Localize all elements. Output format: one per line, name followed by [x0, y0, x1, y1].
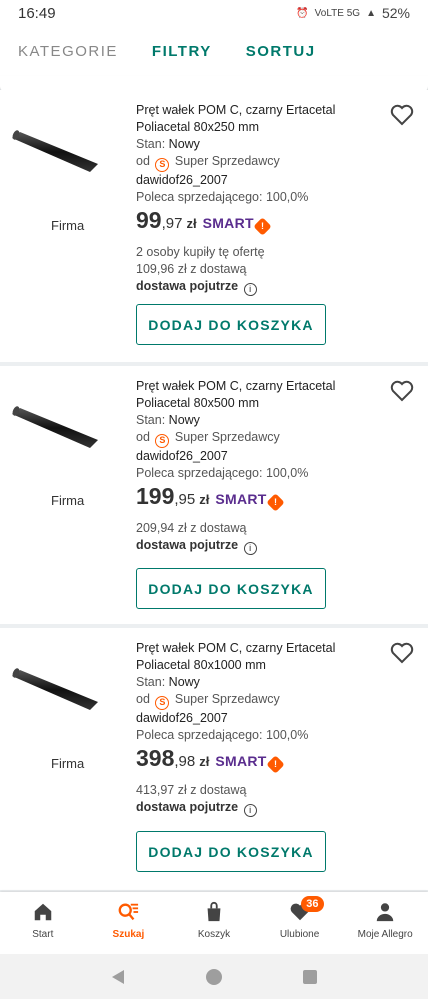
delivery-time: dostawa pojutrze [136, 279, 239, 293]
seller-name[interactable]: dawidof26_2007 [136, 448, 386, 465]
seller-type: Super Sprzedawcy [174, 692, 280, 706]
alarm-icon: ⏰ [296, 7, 309, 19]
listing-title[interactable]: Pręt wałek POM C, czarny Ertacetal Polia… [136, 378, 386, 412]
tab-categories[interactable]: KATEGORIE [18, 43, 118, 60]
price: 99,97 zł SMART! [136, 209, 386, 240]
system-navigation [0, 954, 428, 999]
listing-card[interactable]: Firma Pręt wałek POM C, czarny Ertacetal… [0, 628, 428, 890]
search-list-icon [118, 903, 139, 921]
status-bar: 16:49 ⏰ VoLTE 5G ▲ 52% [0, 0, 428, 26]
add-to-cart-button[interactable]: DODAJ DO KOSZYKA [136, 831, 326, 872]
network-label: VoLTE 5G [314, 7, 361, 19]
favorite-heart-icon[interactable] [390, 380, 414, 402]
price: 199,95 zł SMART! [136, 485, 386, 516]
delivery-price: 209,94 zł z dostawą [136, 521, 247, 535]
tab-sort[interactable]: SORTUJ [246, 43, 316, 60]
buyers-count: 2 osoby kupiły tę ofertę [136, 245, 265, 259]
super-seller-icon: S [155, 696, 170, 710]
product-image [12, 668, 98, 710]
condition: Nowy [168, 137, 200, 151]
product-image [12, 130, 98, 172]
filter-tabs: KATEGORIE FILTRY SORTUJ [0, 26, 428, 76]
smart-badge: SMART [215, 753, 267, 769]
condition: Nowy [168, 413, 200, 427]
nav-search[interactable]: Szukaj [86, 892, 172, 954]
battery-level: 52% [381, 5, 410, 21]
price: 398,98 zł SMART! [136, 747, 386, 778]
seller-kind: Firma [51, 218, 85, 233]
seller-kind: Firma [51, 493, 85, 508]
add-to-cart-button[interactable]: DODAJ DO KOSZYKA [136, 304, 326, 345]
smart-badge: SMART [202, 215, 254, 231]
nav-my-allegro[interactable]: Moje Allegro [342, 892, 428, 954]
condition: Nowy [168, 675, 200, 689]
listing-title[interactable]: Pręt wałek POM C, czarny Ertacetal Polia… [136, 102, 386, 136]
seller-type: Super Sprzedawcy [174, 430, 280, 444]
product-image [12, 406, 98, 448]
listing-card[interactable]: Firma Pręt wałek POM C, czarny Ertacetal… [0, 366, 428, 624]
seller-name[interactable]: dawidof26_2007 [136, 710, 386, 727]
listing-card[interactable]: Firma Pręt wałek POM C, czarny Ertacetal… [0, 90, 428, 362]
super-seller-icon: S [155, 434, 170, 448]
smart-icon: ! [253, 217, 272, 236]
favorite-heart-icon[interactable] [390, 104, 414, 126]
smart-icon: ! [265, 755, 285, 774]
seller-rating: Poleca sprzedającego: 100,0% [136, 466, 309, 480]
person-icon [376, 903, 394, 922]
bag-icon [207, 901, 221, 922]
add-to-cart-button[interactable]: DODAJ DO KOSZYKA [136, 568, 326, 609]
delivery-price: 413,97 zł z dostawą [136, 783, 247, 797]
seller-rating: Poleca sprzedającego: 100,0% [136, 728, 309, 742]
delivery-price: 109,96 zł z dostawą [136, 262, 247, 276]
favorites-count-badge: 36 [301, 896, 324, 912]
info-icon[interactable]: i [243, 542, 257, 555]
seller-rating: Poleca sprzedającego: 100,0% [136, 190, 309, 204]
smart-icon: ! [265, 493, 285, 512]
home-icon [34, 903, 52, 921]
recents-icon[interactable] [301, 968, 319, 986]
favorite-heart-icon[interactable] [390, 642, 414, 664]
bottom-navigation: Start Szukaj Koszyk Ulubione 36 Moje All… [0, 892, 428, 954]
seller-type: Super Sprzedawcy [174, 154, 280, 168]
listing-title[interactable]: Pręt wałek POM C, czarny Ertacetal Polia… [136, 640, 386, 674]
nav-favorites[interactable]: Ulubione 36 [257, 892, 343, 954]
delivery-time: dostawa pojutrze [136, 800, 239, 814]
super-seller-icon: S [155, 158, 170, 172]
tab-filters[interactable]: FILTRY [152, 43, 212, 60]
nav-cart[interactable]: Koszyk [171, 892, 257, 954]
info-icon[interactable]: i [243, 804, 257, 817]
back-icon[interactable] [109, 968, 127, 986]
nav-start[interactable]: Start [0, 892, 86, 954]
status-time: 16:49 [18, 4, 56, 22]
home-circle-icon[interactable] [205, 968, 223, 986]
seller-kind: Firma [51, 756, 85, 771]
signal-icon: ▲ [366, 7, 376, 19]
info-icon[interactable]: i [243, 283, 257, 296]
seller-name[interactable]: dawidof26_2007 [136, 172, 386, 189]
delivery-time: dostawa pojutrze [136, 538, 239, 552]
smart-badge: SMART [215, 491, 267, 507]
